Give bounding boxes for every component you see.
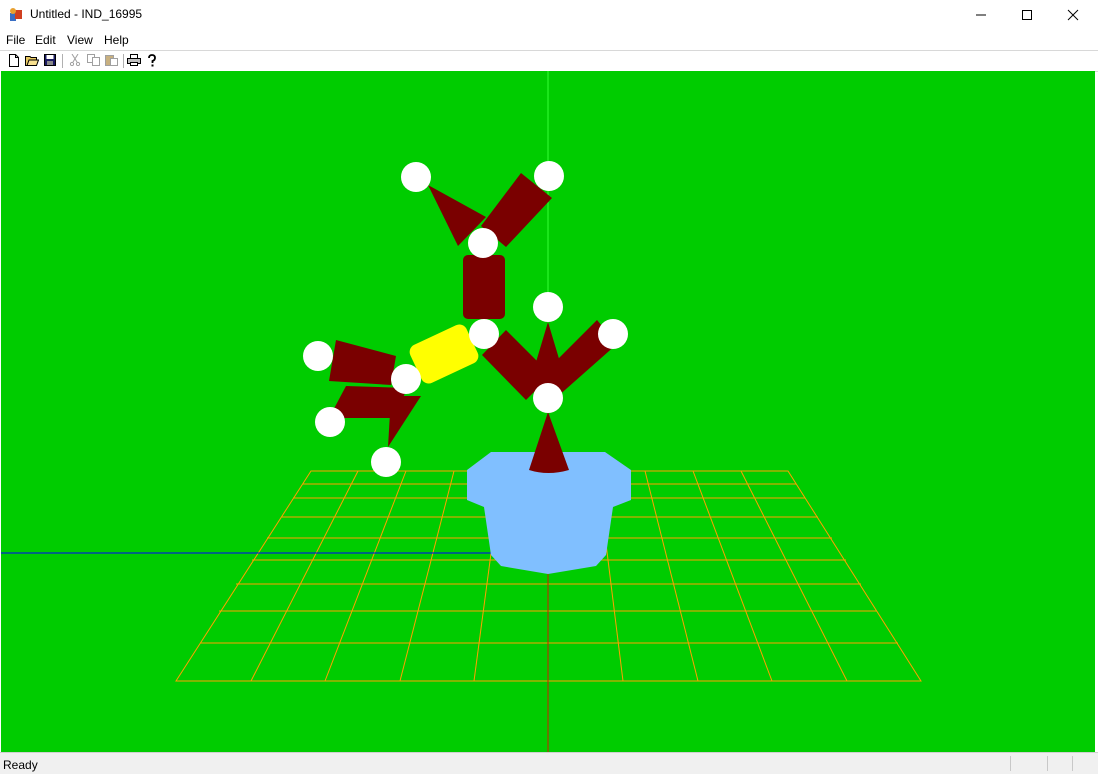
help-button[interactable]: [145, 53, 159, 67]
print-button[interactable]: [127, 53, 141, 67]
toolbar-separator: [123, 54, 124, 68]
close-button[interactable]: [1050, 0, 1096, 30]
status-pane: [1010, 756, 1011, 771]
open-button[interactable]: [25, 53, 39, 67]
joint[interactable]: [371, 447, 401, 477]
status-bar: Ready: [0, 752, 1098, 774]
menu-bar: File Edit View Help: [0, 30, 1098, 50]
joint[interactable]: [533, 383, 563, 413]
link-upper-arm[interactable]: [463, 255, 505, 319]
paste-button[interactable]: [104, 53, 118, 67]
joint[interactable]: [598, 319, 628, 349]
scene-canvas[interactable]: [1, 71, 1095, 752]
help-icon: [148, 53, 156, 66]
joint[interactable]: [468, 228, 498, 258]
paste-icon: [104, 55, 118, 66]
copy-icon: [86, 54, 100, 66]
menu-file[interactable]: File: [4, 33, 27, 47]
title-bar: Untitled - IND_16995: [0, 0, 1098, 30]
menu-view[interactable]: View: [65, 33, 95, 47]
open-icon: [25, 56, 39, 66]
status-text: Ready: [3, 758, 38, 772]
joint[interactable]: [401, 162, 431, 192]
maximize-button[interactable]: [1004, 0, 1050, 30]
link-gripper-upper[interactable]: [329, 340, 396, 385]
minimize-button[interactable]: [958, 0, 1004, 30]
minimize-icon: [976, 14, 986, 16]
print-icon: [127, 54, 141, 66]
joint[interactable]: [391, 364, 421, 394]
close-icon: [1067, 9, 1079, 21]
copy-button[interactable]: [86, 53, 100, 67]
joint[interactable]: [534, 161, 564, 191]
toolbar-separator: [62, 54, 63, 68]
link-wrist-cone[interactable]: [533, 322, 563, 372]
joint[interactable]: [303, 341, 333, 371]
new-icon: [9, 53, 19, 67]
3d-viewport[interactable]: [0, 71, 1095, 752]
save-icon: [44, 54, 56, 66]
joint[interactable]: [469, 319, 499, 349]
joint[interactable]: [533, 292, 563, 322]
maximize-icon: [1022, 10, 1032, 20]
new-button[interactable]: [7, 53, 21, 67]
cut-icon: [69, 54, 81, 66]
status-pane: [1047, 756, 1048, 771]
window-title: Untitled - IND_16995: [30, 7, 143, 21]
cut-button[interactable]: [68, 53, 82, 67]
joint[interactable]: [315, 407, 345, 437]
status-pane: [1072, 756, 1073, 771]
menu-edit[interactable]: Edit: [33, 33, 58, 47]
base-cone[interactable]: [529, 412, 569, 473]
save-button[interactable]: [43, 53, 57, 67]
robot-links: [329, 173, 617, 447]
menu-help[interactable]: Help: [102, 33, 131, 47]
link-gripper-cone[interactable]: [388, 396, 421, 447]
toolbar: [0, 50, 1098, 72]
app-icon: [10, 8, 22, 21]
